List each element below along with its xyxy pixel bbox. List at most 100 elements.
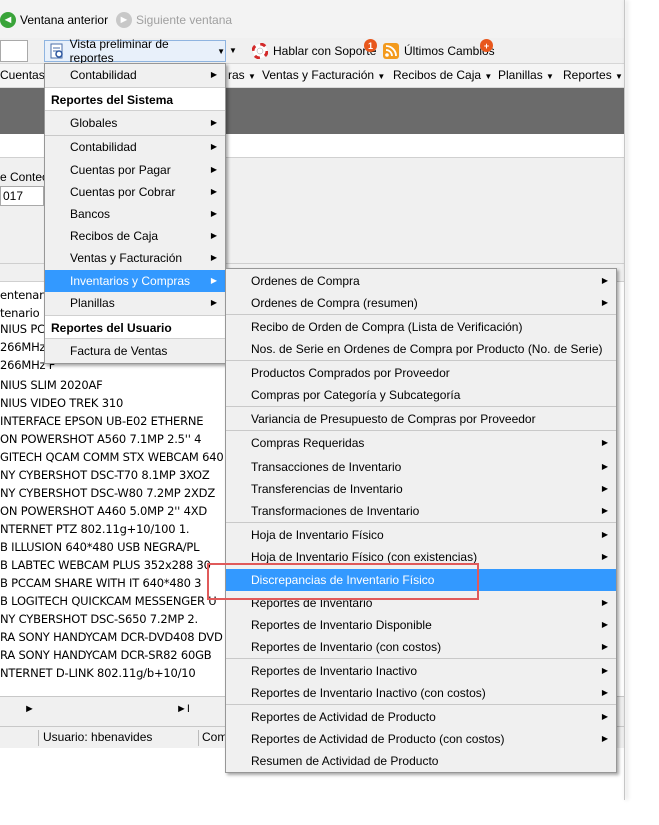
submenu-arrow-icon: ▶ — [601, 462, 608, 471]
menu-planillas[interactable]: Planillas ▼ — [498, 68, 554, 82]
submenu-item-label: Reportes de Actividad de Producto (con c… — [251, 732, 505, 746]
submenu-item-14[interactable]: Reportes de Inventario ▶ — [226, 592, 616, 614]
submenu-arrow-icon: ▶ — [210, 165, 217, 174]
support-label: Hablar con Soporte — [273, 44, 377, 58]
submenu-arrow-icon: ▶ — [601, 620, 608, 629]
menu-item-system-6[interactable]: Ventas y Facturación ▶ — [45, 247, 225, 269]
menu-item-label: Cuentas por Pagar — [70, 163, 171, 177]
submenu-item-label: Ordenes de Compra (resumen) — [251, 296, 418, 310]
submenu-arrow-icon: ▶ — [210, 298, 217, 307]
submenu-item-9[interactable]: Transferencias de Inventario ▶ — [226, 478, 616, 500]
list-item[interactable]: NY CYBERSHOT DSC-S650 7.2MP 2. — [0, 610, 230, 628]
list-item[interactable]: NIUS VIDEO TREK 310 — [0, 394, 230, 412]
menu-item-system-0[interactable]: Globales ▶ — [45, 112, 225, 134]
back-button[interactable]: ◄ Ventana anterior — [0, 10, 108, 30]
next-page-button[interactable]: ► — [24, 703, 35, 715]
submenu-item-12[interactable]: Hoja de Inventario Físico (con existenci… — [226, 546, 616, 568]
list-item[interactable]: NTERNET D-LINK 802.11g/b+10/10 — [0, 664, 230, 682]
list-item[interactable]: INTERFACE EPSON UB-E02 ETHERNE — [0, 412, 230, 430]
submenu-item-label: Productos Comprados por Proveedor — [251, 366, 450, 380]
submenu-item-21[interactable]: Resumen de Actividad de Producto — [226, 750, 616, 772]
submenu-item-17[interactable]: Reportes de Inventario Inactivo ▶ — [226, 660, 616, 682]
submenu-item-1[interactable]: Ordenes de Compra (resumen) ▶ — [226, 292, 616, 314]
menu-compras-label: ras — [228, 68, 245, 82]
last-page-button[interactable]: ►I — [176, 703, 190, 715]
page-edge-shadow — [624, 0, 625, 800]
submenu-item-label: Transferencias de Inventario — [251, 482, 403, 496]
submenu-arrow-icon: ▶ — [601, 276, 608, 285]
list-item[interactable]: NY CYBERSHOT DSC-T70 8.1MP 3XOZ — [0, 466, 230, 484]
submenu-item-7[interactable]: Compras Requeridas ▶ — [226, 432, 616, 454]
submenu-arrow-icon: ▶ — [210, 118, 217, 127]
submenu-arrow-icon: ▶ — [210, 276, 217, 285]
submenu-item-10[interactable]: Transformaciones de Inventario ▶ — [226, 500, 616, 522]
submenu-item-6[interactable]: Variancia de Presupuesto de Compras por … — [226, 408, 616, 430]
submenu-item-label: Ordenes de Compra — [251, 274, 360, 288]
list-item[interactable]: B LABTEC WEBCAM PLUS 352x288 30 — [0, 556, 230, 574]
support-button[interactable]: Hablar con Soporte 1 — [252, 39, 377, 61]
menu-arrow-icon: ▼ — [377, 72, 386, 81]
submenu-arrow-icon: ▶ — [601, 688, 608, 697]
list-item[interactable]: RA SONY HANDYCAM DCR-DVD408 DVD — [0, 628, 230, 646]
list-item[interactable]: RA SONY HANDYCAM DCR-SR82 60GB — [0, 646, 230, 664]
submenu-item-label: Resumen de Actividad de Producto — [251, 754, 439, 768]
menu-item-factura-ventas[interactable]: Factura de Ventas — [45, 340, 225, 362]
submenu-item-20[interactable]: Reportes de Actividad de Producto (con c… — [226, 728, 616, 750]
list-item[interactable]: GITECH QCAM COMM STX WEBCAM 640 — [0, 448, 230, 466]
list-item[interactable]: NIUS SLIM 2020AF — [0, 376, 230, 394]
toolbar-combo[interactable] — [0, 40, 28, 62]
menu-cuentas[interactable]: Cuentas — [0, 68, 45, 82]
submenu-item-2[interactable]: Recibo de Orden de Compra (Lista de Veri… — [226, 316, 616, 338]
submenu-item-5[interactable]: Compras por Categoría y Subcategoría — [226, 384, 616, 406]
date-field[interactable]: 017 — [0, 186, 44, 206]
submenu-item-19[interactable]: Reportes de Actividad de Producto ▶ — [226, 706, 616, 728]
menu-item-label: Factura de Ventas — [70, 344, 168, 358]
latest-changes-button[interactable]: Últimos Cambios + — [383, 39, 495, 61]
forward-button[interactable]: ► Siguiente ventana — [116, 10, 232, 30]
menu-item-system-2[interactable]: Cuentas por Pagar ▶ — [45, 159, 225, 181]
inventory-submenu: Ordenes de Compra ▶ Ordenes de Compra (res… — [225, 268, 617, 773]
list-item[interactable]: B PCCAM SHARE WITH IT 640*480 3 — [0, 574, 230, 592]
submenu-separator — [226, 360, 616, 361]
submenu-item-label: Discrepancias de Inventario Físico — [251, 573, 435, 587]
menu-item-system-3[interactable]: Cuentas por Cobrar ▶ — [45, 181, 225, 203]
submenu-arrow-icon: ▶ — [601, 552, 608, 561]
menu-arrow-icon: ▼ — [248, 72, 256, 81]
submenu-item-label: Compras por Categoría y Subcategoría — [251, 388, 461, 402]
submenu-item-11[interactable]: Hoja de Inventario Físico ▶ — [226, 524, 616, 546]
menu-item-system-8[interactable]: Planillas ▶ — [45, 292, 225, 314]
submenu-item-15[interactable]: Reportes de Inventario Disponible ▶ — [226, 614, 616, 636]
menu-item-system-4[interactable]: Bancos ▶ — [45, 203, 225, 225]
back-label: Ventana anterior — [20, 13, 109, 27]
submenu-item-label: Recibo de Orden de Compra (Lista de Veri… — [251, 320, 523, 334]
submenu-item-16[interactable]: Reportes de Inventario (con costos) ▶ — [226, 636, 616, 658]
overflow-chevron-icon[interactable]: ▼ — [229, 46, 237, 55]
submenu-arrow-icon: ▶ — [210, 209, 217, 218]
submenu-separator — [226, 430, 616, 431]
submenu-item-label: Nos. de Serie en Ordenes de Compra por P… — [251, 342, 603, 356]
menu-item-system-1[interactable]: Contabilidad ▶ — [45, 136, 225, 158]
submenu-item-label: Reportes de Inventario Inactivo — [251, 664, 418, 678]
submenu-item-18[interactable]: Reportes de Inventario Inactivo (con cos… — [226, 682, 616, 704]
submenu-item-8[interactable]: Transacciones de Inventario ▶ — [226, 456, 616, 478]
list-item[interactable]: NY CYBERSHOT DSC-W80 7.2MP 2XDZ — [0, 484, 230, 502]
submenu-item-0[interactable]: Ordenes de Compra ▶ — [226, 270, 616, 292]
submenu-item-13[interactable]: Discrepancias de Inventario Físico — [226, 569, 616, 591]
menu-recibos-caja[interactable]: Recibos de Caja ▼ — [393, 68, 492, 82]
menu-compras-partial[interactable]: ras ▼ — [228, 68, 256, 82]
menu-item-label: Recibos de Caja — [70, 229, 159, 243]
submenu-item-4[interactable]: Productos Comprados por Proveedor — [226, 362, 616, 384]
submenu-item-3[interactable]: Nos. de Serie en Ordenes de Compra por P… — [226, 338, 616, 360]
submenu-item-label: Compras Requeridas — [251, 436, 365, 450]
menu-item-system-7[interactable]: Inventarios y Compras ▶ — [45, 270, 225, 292]
list-item[interactable]: B ILLUSION 640*480 USB NEGRA/PL — [0, 538, 230, 556]
menu-ventas-facturacion[interactable]: Ventas y Facturación ▼ — [262, 68, 385, 82]
report-preview-button[interactable]: Vista preliminar de reportes ▼ — [44, 37, 226, 65]
list-item[interactable]: B LOGITECH QUICKCAM MESSENGER U — [0, 592, 230, 610]
menu-reportes[interactable]: Reportes ▼ — [563, 68, 623, 82]
list-item[interactable]: ON POWERSHOT A560 7.1MP 2.5'' 4 — [0, 430, 230, 448]
list-item[interactable]: NTERNET PTZ 802.11g+10/100 1. — [0, 520, 230, 538]
menu-item-system-5[interactable]: Recibos de Caja ▶ — [45, 225, 225, 247]
menu-item-contabilidad-top[interactable]: Contabilidad ▶ — [45, 64, 225, 86]
list-item[interactable]: ON POWERSHOT A460 5.0MP 2'' 4XD — [0, 502, 230, 520]
